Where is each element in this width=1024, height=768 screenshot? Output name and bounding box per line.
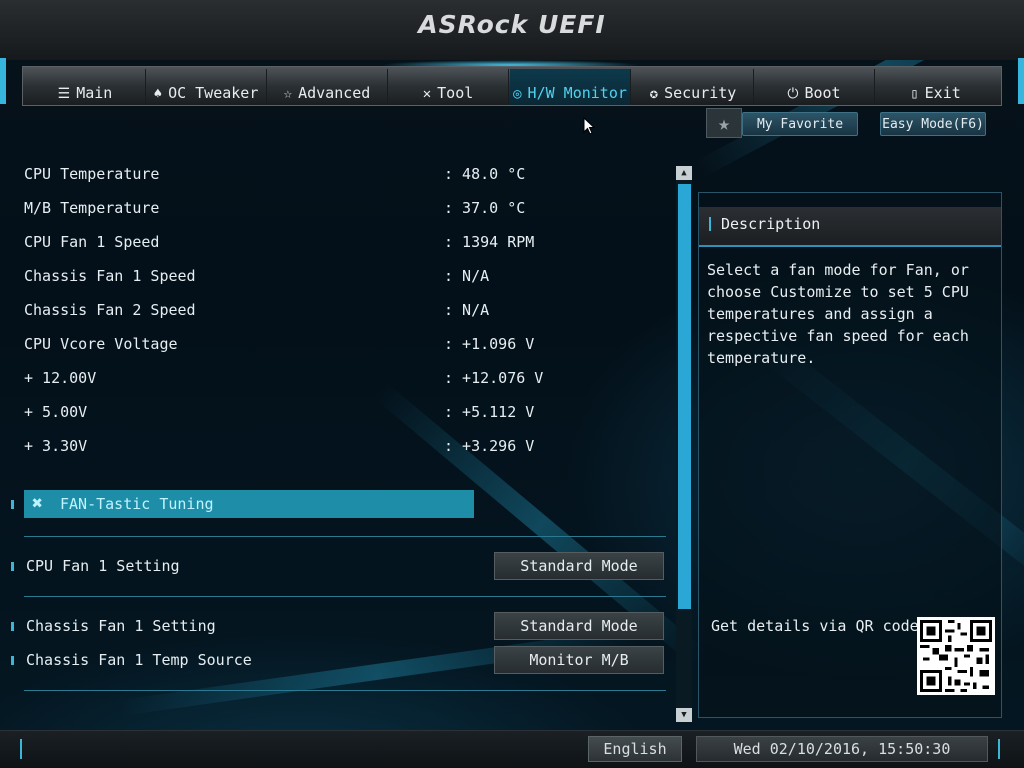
qr-code-icon: [917, 617, 995, 695]
uefi-screen: ASRock UEFI ☰ Main ♠ OC Tweaker ☆ Advanc…: [0, 0, 1024, 768]
status-marker: [20, 739, 22, 759]
row-label: Chassis Fan 1 Speed: [24, 267, 196, 285]
tab-hw-monitor[interactable]: ◎ H/W Monitor: [510, 69, 631, 105]
qr-code-label: Get details via QR code: [711, 617, 919, 635]
power-icon: ⏻: [787, 86, 799, 102]
row-value: : +1.096 V: [444, 335, 535, 353]
row-label: Chassis Fan 2 Speed: [24, 301, 196, 319]
row-value: : +3.296 V: [444, 437, 535, 455]
monitor-gauge-icon: ◎: [513, 86, 522, 102]
row-label: + 12.00V: [24, 369, 97, 387]
row-label: Chassis Fan 1 Setting: [26, 617, 216, 635]
rocket-icon: ♠: [153, 86, 163, 102]
row-label: + 3.30V: [24, 437, 88, 455]
tab-tool[interactable]: ✕ Tool: [388, 69, 509, 105]
wrench-tools-icon: ✖: [32, 493, 43, 514]
asrock-uefi-logo: ASRock UEFI: [418, 10, 606, 39]
tab-boot[interactable]: ⏻ Boot: [754, 69, 875, 105]
date-time-display[interactable]: Wed 02/10/2016, 15:50:30: [696, 736, 988, 762]
favorite-star-icon[interactable]: ★: [706, 108, 742, 138]
row-value: : 37.0 °C: [444, 199, 526, 217]
description-title: Description: [721, 215, 821, 233]
tab-label: H/W Monitor: [527, 84, 627, 102]
main-tab-bar: ☰ Main ♠ OC Tweaker ☆ Advanced ✕ Tool ◎ …: [22, 66, 1002, 106]
tab-label: Advanced: [298, 84, 371, 102]
header-bar: ASRock UEFI: [0, 0, 1024, 60]
fan-tastic-tuning-item[interactable]: ✖ FAN-Tastic Tuning: [24, 490, 474, 518]
row-value: : N/A: [444, 267, 490, 285]
chassis-fan-1-temp-source-select[interactable]: Monitor M/B: [494, 646, 664, 674]
cpu-fan-1-mode-select[interactable]: Standard Mode: [494, 552, 664, 580]
tab-security[interactable]: ✪ Security: [633, 69, 754, 105]
row-marker: [11, 656, 14, 665]
description-text: Select a fan mode for Fan, or choose Cus…: [707, 261, 969, 367]
scroll-down-arrow-icon[interactable]: ▼: [676, 708, 692, 722]
row-marker: [11, 500, 14, 509]
row-label: CPU Fan 1 Speed: [24, 233, 160, 251]
star-icon: ☆: [283, 86, 293, 102]
row-value: : 1394 RPM: [444, 233, 535, 251]
fan-tastic-tuning-label: FAN-Tastic Tuning: [60, 495, 214, 513]
scroll-up-arrow-icon[interactable]: ▲: [676, 166, 692, 180]
tools-icon: ✕: [422, 86, 432, 102]
divider: [24, 536, 666, 537]
row-label: CPU Vcore Voltage: [24, 335, 178, 353]
tab-label: Boot: [804, 84, 841, 102]
divider: [24, 690, 666, 691]
scrollbar-thumb[interactable]: [678, 184, 691, 609]
left-edge-accent: [0, 58, 6, 104]
my-favorite-button[interactable]: My Favorite: [742, 112, 858, 136]
tab-label: OC Tweaker: [168, 84, 259, 102]
tab-label: Exit: [924, 84, 961, 102]
tab-exit[interactable]: ▯ Exit: [875, 69, 996, 105]
description-header: Description: [699, 207, 1001, 247]
shield-icon: ✪: [649, 86, 659, 102]
row-marker: [11, 562, 14, 571]
row-value: : 48.0 °C: [444, 165, 526, 183]
chassis-fan-1-mode-select[interactable]: Standard Mode: [494, 612, 664, 640]
status-marker: [998, 739, 1000, 759]
mouse-cursor-icon: [583, 117, 595, 135]
easy-mode-button[interactable]: Easy Mode(F6): [880, 112, 986, 136]
row-label: CPU Temperature: [24, 165, 160, 183]
header-marker: [709, 217, 711, 231]
row-marker: [11, 622, 14, 631]
row-value: : +12.076 V: [444, 369, 544, 387]
tab-label: Tool: [437, 84, 474, 102]
row-label: M/B Temperature: [24, 199, 160, 217]
tab-main[interactable]: ☰ Main: [25, 69, 146, 105]
row-value: : N/A: [444, 301, 490, 319]
row-label: + 5.00V: [24, 403, 88, 421]
row-label: Chassis Fan 1 Temp Source: [26, 651, 252, 669]
divider: [24, 596, 666, 597]
row-label: CPU Fan 1 Setting: [26, 557, 180, 575]
tab-advanced[interactable]: ☆ Advanced: [267, 69, 388, 105]
tab-label: Security: [664, 84, 737, 102]
row-value: : +5.112 V: [444, 403, 535, 421]
description-panel: Description Select a fan mode for Fan, o…: [698, 192, 1002, 718]
exit-door-icon: ▯: [910, 86, 919, 102]
right-edge-accent: [1018, 58, 1024, 104]
language-button[interactable]: English: [588, 736, 682, 762]
list-icon: ☰: [57, 86, 71, 102]
tab-label: Main: [76, 84, 113, 102]
tab-oc-tweaker[interactable]: ♠ OC Tweaker: [146, 69, 267, 105]
